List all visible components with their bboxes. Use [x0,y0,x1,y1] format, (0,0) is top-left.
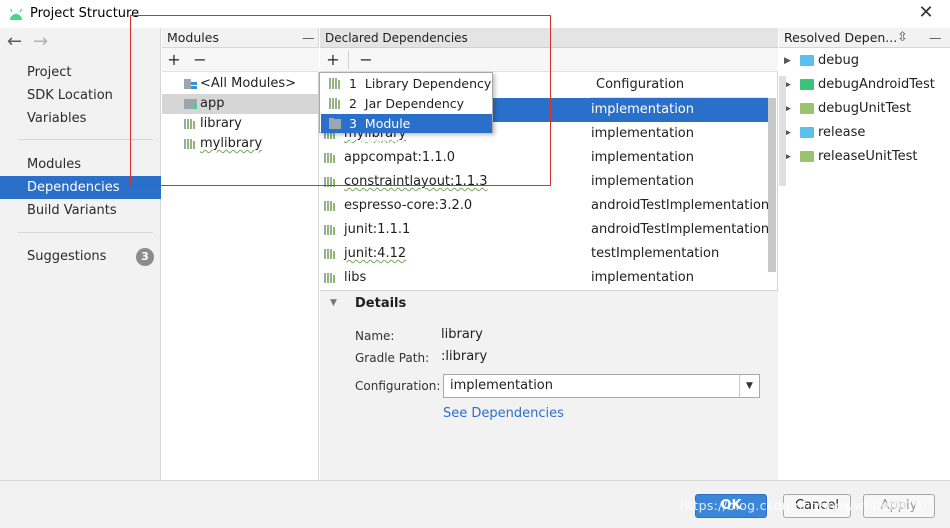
configuration-label: Configuration: [355,379,441,393]
dependency-row[interactable]: junit:4.12 testImplementation [320,242,768,266]
dependency-name: junit:4.12 [344,246,407,261]
folder-icon [800,103,814,114]
dependency-configuration: androidTestImplementation [591,198,770,213]
resolved-item[interactable]: ▶ debugAndroidTest [779,73,950,97]
dependency-configuration: implementation [591,150,695,165]
sidebar-divider [18,232,153,233]
resolved-item-label: debug [818,53,859,68]
resolved-item[interactable]: ▶ releaseUnitTest [779,145,950,169]
dependency-name: junit:1.1.1 [344,222,411,237]
name-value: library [441,327,483,342]
configuration-column-header[interactable]: Configuration [590,72,768,98]
resolved-item-label: release [818,125,866,140]
back-arrow-icon[interactable]: ← [7,31,22,52]
sidebar-item-build-variants[interactable]: Build Variants [0,199,161,222]
collapse-icon[interactable]: — [929,28,942,48]
library-icon [324,249,335,259]
name-label: Name: [355,329,395,343]
collapse-all-icon[interactable]: ⇳ [897,28,908,48]
android-icon [9,8,23,20]
resolved-header: Resolved Depen... ⇳ — [779,28,950,48]
gradle-path-value: :library [441,349,488,364]
resolved-item-label: releaseUnitTest [818,149,918,164]
dependency-name: libs [344,270,367,285]
resolved-item-label: debugUnitTest [818,101,912,116]
library-icon [324,201,335,211]
expand-arrow-icon[interactable]: ▶ [784,49,791,73]
close-icon[interactable]: ✕ [916,3,936,23]
configuration-select-value: implementation [450,378,554,393]
window-title: Project Structure [30,6,140,21]
folder-icon [800,55,814,66]
folder-icon [800,127,814,138]
resolved-scrollbar[interactable] [779,76,786,186]
dependency-row[interactable]: espresso-core:3.2.0 androidTestImplementa… [320,194,770,218]
dependency-row[interactable]: libs implementation [320,266,768,290]
resolved-item[interactable]: ▶ debugUnitTest [779,97,950,121]
chevron-down-icon[interactable]: ▼ [739,375,759,397]
watermark: https://blog.csdn.net/snowwhite0019 [680,498,923,513]
dependency-configuration: implementation [591,174,695,189]
library-icon [324,225,335,235]
resolved-header-label: Resolved Depen... [784,30,898,45]
forward-arrow-icon[interactable]: → [33,31,48,52]
details-title: Details [355,296,407,311]
annotation-highlight [130,15,551,186]
suggestions-count-badge: 3 [136,248,154,266]
dependency-configuration: implementation [591,102,695,117]
configuration-select[interactable]: implementation ▼ [443,374,760,398]
resolved-item-label: debugAndroidTest [818,77,935,92]
dependency-configuration: implementation [591,270,695,285]
gradle-path-label: Gradle Path: [355,351,430,365]
details-panel: ▼ Details Name: library Gradle Path: :li… [320,290,778,480]
folder-icon [800,79,814,90]
dependency-configuration: implementation [591,126,695,141]
dependencies-scrollbar[interactable] [768,98,776,272]
resolved-item[interactable]: ▶ release [779,121,950,145]
library-icon [324,273,335,283]
collapse-details-icon[interactable]: ▼ [330,298,337,308]
dependency-row[interactable]: junit:1.1.1 androidTestImplementation [320,218,770,242]
folder-icon [800,151,814,162]
dependency-configuration: testImplementation [591,246,720,261]
dependency-name: espresso-core:3.2.0 [344,198,473,213]
see-dependencies-link[interactable]: See Dependencies [443,406,564,421]
dependency-configuration: androidTestImplementation [591,222,770,237]
resolved-item[interactable]: ▶ debug [779,49,950,73]
resolved-dependencies-panel: Resolved Depen... ⇳ — ▶ debug ▶ debugAndroi… [779,28,950,480]
